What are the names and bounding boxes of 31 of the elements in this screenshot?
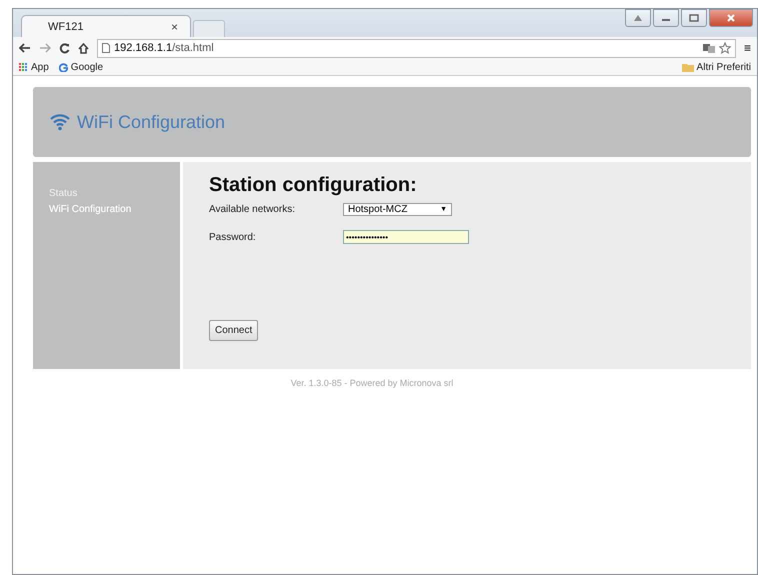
maximize-icon [689,14,699,22]
close-button[interactable] [709,9,753,27]
password-field[interactable]: ••••••••••••••• [343,230,469,244]
page-icon [102,43,110,53]
back-icon[interactable] [19,43,31,53]
translate-icon[interactable] [702,42,715,54]
maximize-button[interactable] [681,9,707,27]
apps-grid-icon [19,62,28,72]
address-bar[interactable]: 192.168.1.1/sta.html [97,38,736,58]
menu-button[interactable]: ≡ [744,41,751,55]
folder-icon [682,62,694,72]
connect-button[interactable]: Connect [209,320,258,341]
tab-close-button[interactable]: × [170,20,178,34]
star-icon[interactable] [718,42,731,54]
other-bookmarks-link[interactable]: Altri Preferiti [696,62,751,72]
google-logo-icon [58,62,68,72]
close-icon [726,14,736,22]
browser-tab[interactable]: WF121 × [21,15,191,37]
tab-title: WF121 [48,20,84,32]
home-icon[interactable] [78,42,89,54]
wifi-icon [49,113,71,131]
page-heading: Station configuration: [209,174,417,197]
minimize-button[interactable] [653,9,679,27]
triangle-icon [633,14,643,22]
bookmark-link[interactable]: Google [70,62,104,72]
header-title: WiFi Configuration [77,112,226,132]
field-label: Available networks: [209,204,296,215]
reload-icon[interactable] [59,42,70,54]
footer-text: Ver. 1.3.0-85 - Powered by Micronova srl [290,378,454,388]
field-label: Password: [209,232,257,242]
bookmark-link[interactable]: App [31,62,49,72]
